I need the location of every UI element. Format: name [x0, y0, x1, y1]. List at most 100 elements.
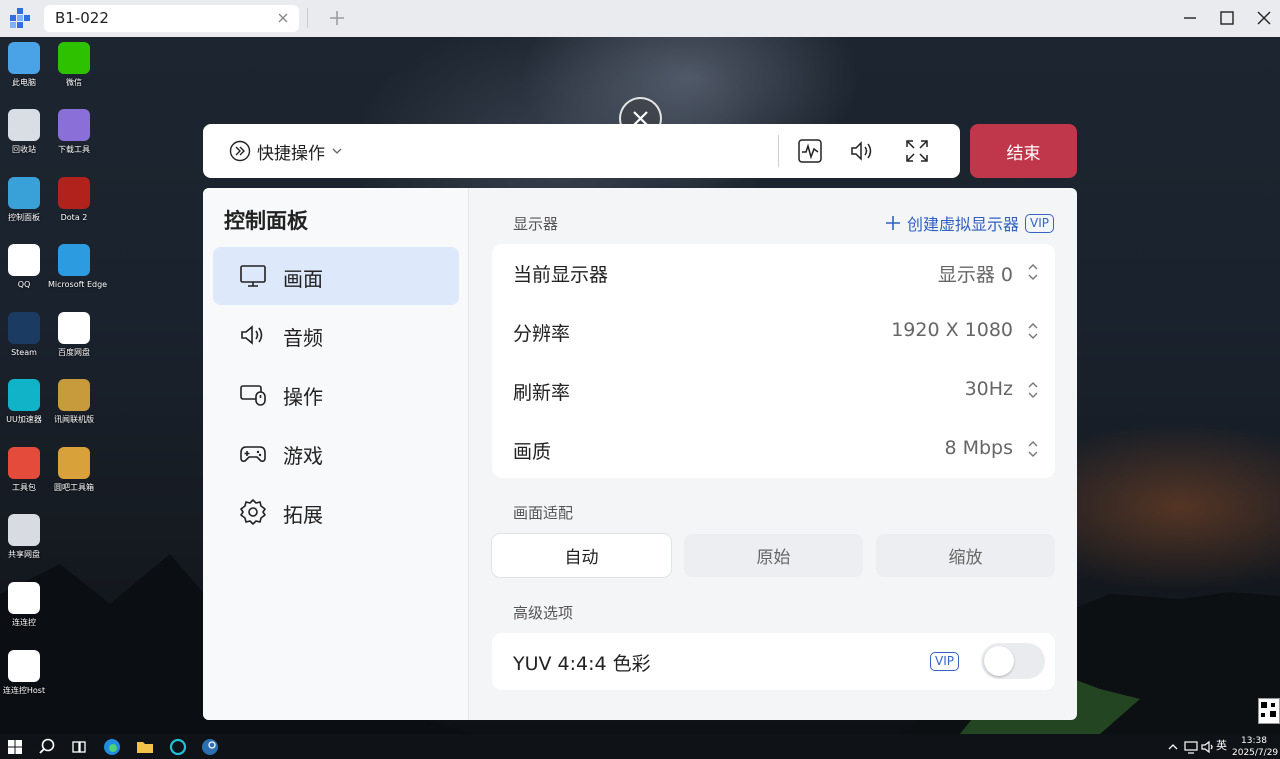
sidebar-item-label: 拓展: [283, 503, 323, 527]
qr-code-icon: [1258, 698, 1280, 724]
desktop-shortcut[interactable]: 此电脑: [0, 42, 50, 88]
desktop-shortcut[interactable]: UU加速器: [0, 379, 50, 425]
desktop-shortcut-label: 控制面板: [8, 213, 40, 222]
fit-option-original[interactable]: 原始: [684, 534, 863, 577]
lianliankong-icon: [8, 582, 40, 614]
desktop-shortcut[interactable]: 控制面板: [0, 177, 50, 223]
desktop-shortcut[interactable]: 连连控: [0, 582, 50, 628]
up-down-arrow-icon: [1028, 323, 1038, 339]
desktop-shortcut-label: 连连控: [12, 618, 36, 627]
desktop-shortcut[interactable]: 下载工具: [48, 109, 100, 155]
audio-icon: [241, 325, 263, 345]
desktop-shortcut[interactable]: QQ: [0, 244, 50, 290]
display-icon: [240, 265, 266, 287]
toggle-knob: [984, 646, 1014, 676]
desktop-shortcut[interactable]: 微信: [48, 42, 100, 88]
fit-option-auto[interactable]: 自动: [492, 534, 671, 577]
uu-accelerator-icon: [8, 379, 40, 411]
edge-icon: [58, 244, 90, 276]
taskbar: 英 13:38 2025/7/29: [0, 734, 1280, 759]
wechat-icon: [58, 42, 90, 74]
setting-label: 分辨率: [513, 323, 571, 345]
shared-disk-icon: [8, 514, 40, 546]
new-tab-icon[interactable]: [328, 9, 346, 27]
setting-label: 画质: [513, 441, 552, 463]
desktop-shortcut[interactable]: 回收站: [0, 109, 50, 155]
desktop-shortcut-label: 微信: [66, 78, 82, 87]
ime-indicator[interactable]: 英: [1216, 740, 1227, 751]
desktop-shortcut-label: Dota 2: [60, 213, 88, 222]
session-tab[interactable]: B1-022: [44, 5, 299, 32]
task-view-icon[interactable]: [69, 737, 89, 757]
desktop-shortcut-label: QQ: [17, 280, 31, 289]
title-bar: B1-022: [0, 0, 1280, 37]
setting-label: 刷新率: [513, 382, 571, 404]
dota2-icon: [58, 177, 90, 209]
steam-icon: [8, 312, 40, 344]
yuv-label: YUV 4:4:4 色彩: [513, 653, 651, 675]
fit-section-label: 画面适配: [513, 504, 574, 522]
end-session-button[interactable]: 结束: [970, 124, 1077, 178]
setting-value: 8 Mbps: [944, 437, 1013, 459]
steam-taskbar-icon[interactable]: [200, 737, 220, 757]
uu-accelerator-taskbar-icon[interactable]: [168, 737, 188, 757]
fit-option-scale[interactable]: 缩放: [876, 534, 1055, 577]
desktop-shortcut-label: Microsoft Edge: [48, 280, 108, 289]
tab-divider: [307, 8, 308, 28]
sidebar-item-input[interactable]: 操作: [213, 365, 459, 423]
chevron-down-icon: [332, 148, 342, 154]
maximize-icon[interactable]: [1217, 8, 1237, 28]
setting-row-quality[interactable]: 画质 8 Mbps: [492, 421, 1055, 480]
file-explorer-icon[interactable]: [135, 737, 155, 757]
volume-icon[interactable]: [848, 137, 876, 165]
sidebar-item-audio[interactable]: 音频: [213, 306, 459, 364]
up-down-arrow-icon: [1028, 264, 1038, 280]
desktop-shortcut-label: 此电脑: [12, 78, 36, 87]
display-section-label: 显示器: [513, 215, 559, 233]
desktop-shortcut-label: Steam: [11, 348, 37, 357]
yuv-setting-row: YUV 4:4:4 色彩 VIP: [492, 633, 1055, 690]
desktop-shortcut[interactable]: 连连控Host: [0, 650, 50, 696]
desktop-shortcut[interactable]: Microsoft Edge: [48, 244, 108, 290]
search-icon[interactable]: [37, 737, 57, 757]
close-window-icon[interactable]: [1254, 8, 1274, 28]
sidebar-item-extensions[interactable]: 拓展: [213, 483, 459, 541]
setting-row-resolution[interactable]: 分辨率 1920 X 1080: [492, 303, 1055, 362]
setting-row-refresh-rate[interactable]: 刷新率 30Hz: [492, 362, 1055, 421]
create-virtual-display-button[interactable]: 创建虚拟显示器 VIP: [885, 211, 1054, 235]
desktop-shortcut[interactable]: 工具包: [0, 447, 50, 493]
fullscreen-icon[interactable]: [903, 137, 931, 165]
desktop-shortcut-label: 连连控Host: [2, 686, 46, 695]
setting-row-monitor[interactable]: 当前显示器 显示器 0: [492, 244, 1055, 303]
network-icon[interactable]: [1183, 737, 1199, 757]
desktop-shortcut[interactable]: 圆吧工具箱: [48, 447, 100, 493]
clock[interactable]: 13:38 2025/7/29: [1232, 736, 1279, 758]
chevron-up-icon[interactable]: [1166, 737, 1180, 757]
desktop-shortcut[interactable]: 讯闻联机版: [48, 379, 100, 425]
plus-icon: [886, 216, 900, 230]
sidebar-item-display[interactable]: 画面: [213, 247, 459, 305]
desktop-shortcut[interactable]: 百度网盘: [48, 312, 100, 358]
close-tab-icon[interactable]: [275, 10, 291, 26]
minimize-icon[interactable]: [1180, 8, 1200, 28]
desktop-shortcut[interactable]: Dota 2: [48, 177, 100, 223]
tab-title: B1-022: [55, 9, 109, 27]
edge-taskbar-icon[interactable]: [102, 737, 122, 757]
desktop-shortcut[interactable]: 共享网盘: [0, 514, 50, 560]
toolkit-icon: [8, 447, 40, 479]
vip-badge: VIP: [930, 652, 959, 671]
sidebar-item-label: 操作: [283, 385, 323, 409]
quick-actions-dropdown[interactable]: 快捷操作: [229, 138, 343, 164]
control-panel: 控制面板 画面 音频 操作 游戏 拓展 显示器 创建虚拟显示器 VIP 当前显示…: [203, 188, 1077, 720]
display-settings-card: 当前显示器 显示器 0 分辨率 1920 X 1080 刷新率 30Hz 画质 …: [492, 244, 1055, 478]
sidebar-item-game[interactable]: 游戏: [213, 424, 459, 482]
download-tool-icon: [58, 109, 90, 141]
desktop-shortcut[interactable]: Steam: [0, 312, 50, 358]
yuv-toggle[interactable]: [981, 643, 1045, 679]
speaker-icon[interactable]: [1200, 737, 1216, 757]
clock-date: 2025/7/29: [1232, 748, 1279, 758]
monitor-stats-icon[interactable]: [796, 137, 824, 165]
setting-label: 当前显示器: [513, 264, 609, 286]
windows-start-icon[interactable]: [5, 737, 25, 757]
up-down-arrow-icon: [1028, 441, 1038, 457]
